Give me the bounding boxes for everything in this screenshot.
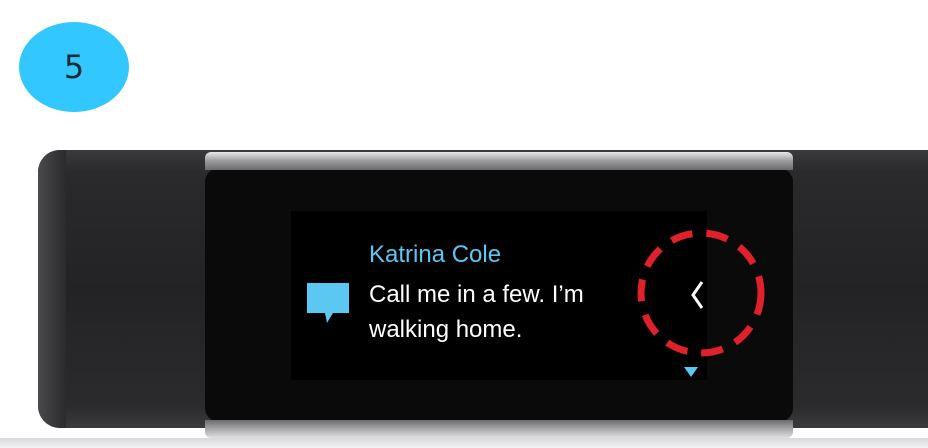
wristband-bottom: [0, 438, 928, 448]
wristband-edge: [38, 150, 66, 428]
message-text-line-2: walking home.: [369, 316, 523, 343]
step-number: 5: [63, 48, 85, 86]
device-screen[interactable]: Katrina Cole Call me in a few. I’m walki…: [291, 211, 707, 380]
message-text-line-1: Call me in a few. I’m: [369, 281, 584, 308]
sender-name: Katrina Cole: [369, 241, 502, 268]
message-bubble-icon: [307, 283, 349, 323]
scroll-down-indicator-icon: [684, 367, 698, 377]
metal-trim-bottom: [205, 420, 793, 438]
step-badge: 5: [19, 22, 129, 112]
chevron-left-icon[interactable]: [690, 280, 704, 310]
metal-trim-top: [205, 152, 793, 170]
